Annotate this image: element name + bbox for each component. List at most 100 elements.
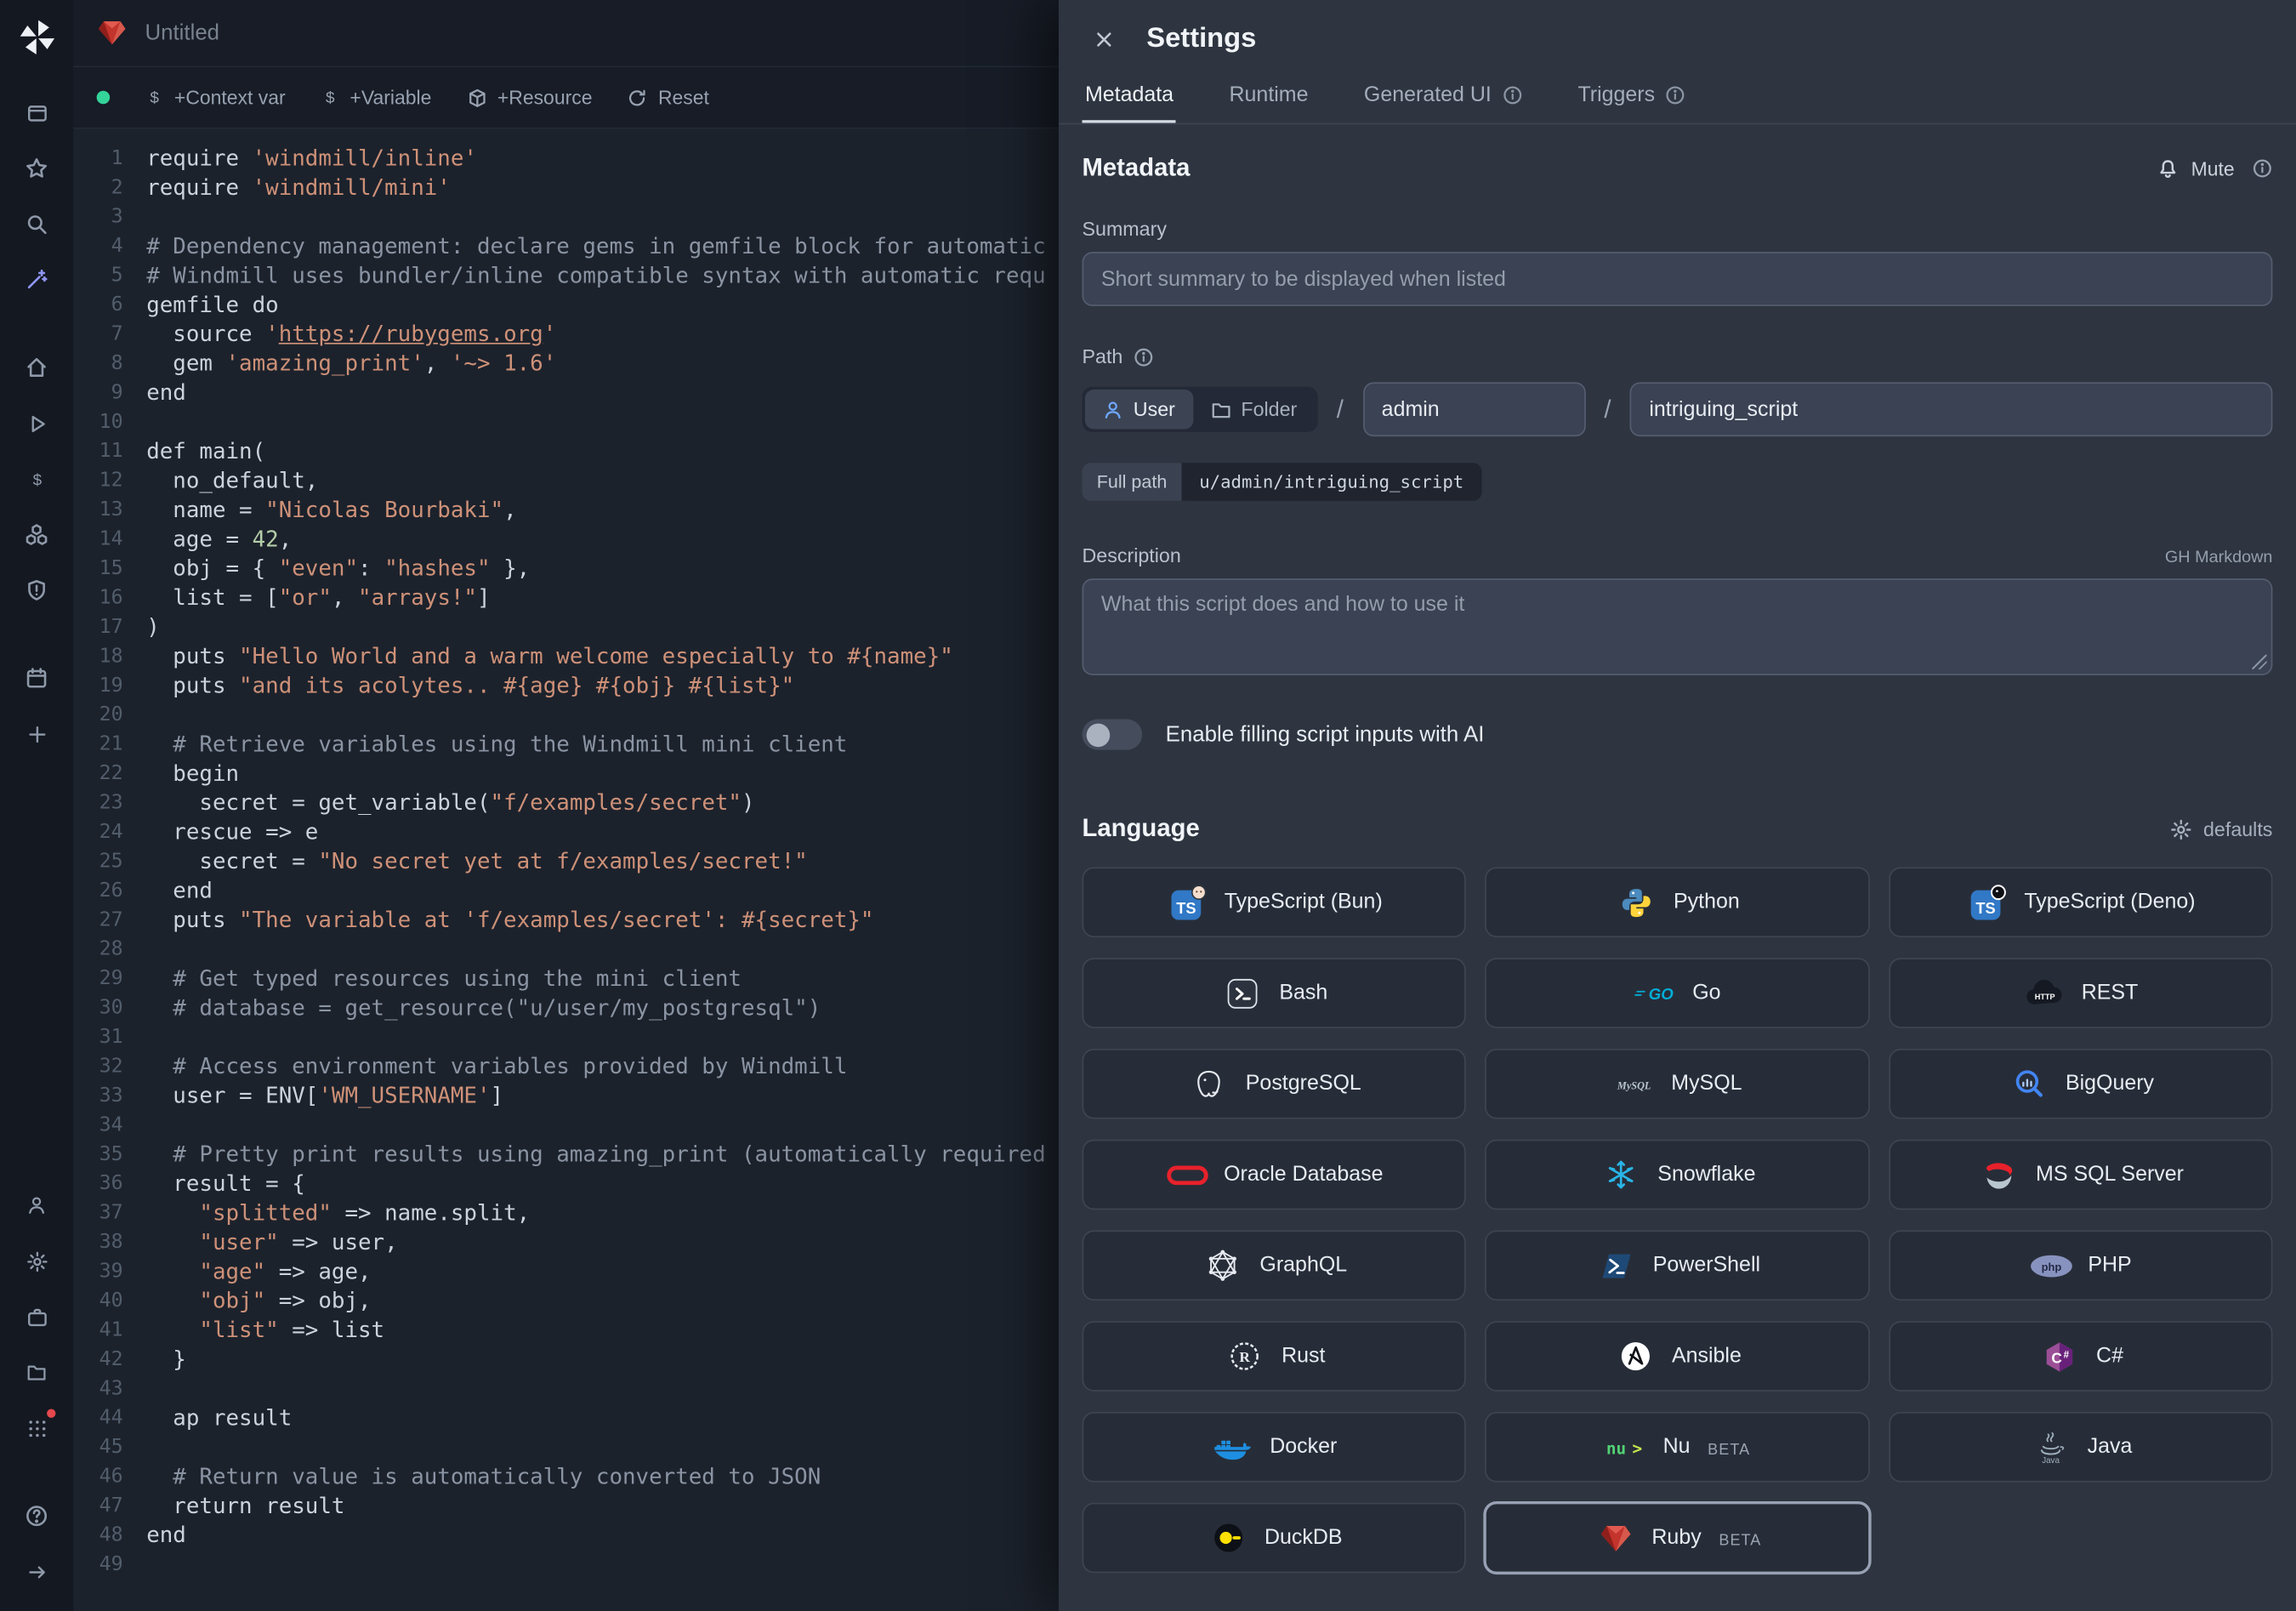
metadata-section-header: Metadata Mute <box>1083 154 2273 183</box>
ruby-icon <box>1594 1521 1638 1555</box>
add-variable-label: +Variable <box>350 87 431 109</box>
folder-toggle[interactable]: Folder <box>1193 390 1315 429</box>
person-icon[interactable] <box>12 1182 62 1229</box>
code-text: source 'https://rubygems.org' <box>146 319 556 348</box>
ruby-language-icon <box>97 18 128 48</box>
svg-text:C: C <box>2051 1348 2062 1365</box>
language-defaults-button[interactable]: defaults <box>2169 818 2272 840</box>
tab-generated-ui[interactable]: Generated UI <box>1361 73 1525 123</box>
add-context-var-button[interactable]: $ +Context var <box>145 87 285 109</box>
info-icon[interactable] <box>1133 346 1153 367</box>
language-typescript-bun-button[interactable]: TS TypeScript (Bun) <box>1083 867 1467 937</box>
beta-badge: BETA <box>1708 1436 1750 1458</box>
path-field-label: Path <box>1083 345 2273 367</box>
tab-triggers[interactable]: Triggers <box>1575 73 1689 123</box>
arrow-right-icon[interactable] <box>12 1548 62 1595</box>
language-typescript-deno-button[interactable]: TSTypeScript (Deno) <box>1889 867 2273 937</box>
language-rest-button[interactable]: HTTPREST <box>1889 958 2273 1028</box>
shield-icon[interactable] <box>12 566 62 613</box>
owner-input[interactable] <box>1362 382 1585 436</box>
user-toggle[interactable]: User <box>1085 390 1193 429</box>
gear-icon <box>2169 818 2191 840</box>
line-number: 20 <box>73 700 146 729</box>
line-number: 36 <box>73 1169 146 1198</box>
tab-metadata[interactable]: Metadata <box>1083 73 1177 123</box>
folder-toggle-label: Folder <box>1241 398 1297 420</box>
script-title-input[interactable] <box>145 20 554 45</box>
language-label: TypeScript (Bun) <box>1225 891 1383 914</box>
folder-icon[interactable] <box>12 1349 62 1396</box>
code-text: # Dependency management: declare gems in… <box>146 231 1045 260</box>
code-text: end <box>146 378 186 407</box>
language-nu-button[interactable]: nu>NuBETA <box>1486 1412 1870 1483</box>
tab-label: Metadata <box>1085 83 1174 107</box>
grid-icon[interactable] <box>12 1404 62 1451</box>
language-mysql-button[interactable]: MySQLMySQL <box>1486 1049 1870 1119</box>
language-label: Rust <box>1282 1345 1325 1369</box>
language-bigquery-button[interactable]: BigQuery <box>1889 1049 2273 1119</box>
add-resource-button[interactable]: +Resource <box>467 87 593 109</box>
script-name-input[interactable] <box>1630 382 2273 436</box>
line-number: 3 <box>73 202 146 231</box>
svg-text:TS: TS <box>1176 899 1196 916</box>
sidebar-bottom-nav <box>12 1177 62 1599</box>
language-go-button[interactable]: GOGo <box>1486 958 1870 1028</box>
language-powershell-button[interactable]: PowerShell <box>1486 1230 1870 1301</box>
code-text: # Pretty print results using amazing_pri… <box>146 1140 1045 1169</box>
code-text: def main( <box>146 436 265 465</box>
language-ansible-button[interactable]: Ansible <box>1486 1321 1870 1392</box>
line-number: 12 <box>73 466 146 495</box>
language-oracle-database-button[interactable]: Oracle Database <box>1083 1140 1467 1210</box>
tab-runtime[interactable]: Runtime <box>1226 73 1311 123</box>
language-ruby-button[interactable]: RubyBETA <box>1486 1503 1870 1574</box>
language-java-button[interactable]: JavaJava <box>1889 1412 2273 1483</box>
line-number: 1 <box>73 144 146 173</box>
wand-icon[interactable] <box>12 256 62 303</box>
home-icon[interactable] <box>12 344 62 391</box>
play-icon[interactable] <box>12 400 62 447</box>
plus-icon[interactable] <box>12 710 62 757</box>
language-duckdb-button[interactable]: DuckDB <box>1083 1503 1467 1574</box>
sidebar-group <box>12 651 62 762</box>
mysql-icon: MySQL <box>1612 1073 1657 1095</box>
reset-button[interactable]: Reset <box>628 87 709 109</box>
info-icon[interactable] <box>2252 158 2272 179</box>
line-number: 40 <box>73 1286 146 1315</box>
language-rust-button[interactable]: RRust <box>1083 1321 1467 1392</box>
sidebar-group <box>12 85 62 308</box>
language-python-button[interactable]: Python <box>1486 867 1870 937</box>
summary-input[interactable] <box>1083 252 2273 306</box>
close-button[interactable] <box>1083 18 1127 62</box>
language-label: Ruby <box>1651 1526 1701 1550</box>
dollar-icon[interactable]: $ <box>12 456 62 503</box>
gear-icon[interactable] <box>12 1238 62 1284</box>
language-docker-button[interactable]: Docker <box>1083 1412 1467 1483</box>
language-graphql-button[interactable]: GraphQL <box>1083 1230 1467 1301</box>
language-label: PowerShell <box>1653 1254 1760 1278</box>
language-php-button[interactable]: phpPHP <box>1889 1230 2273 1301</box>
line-number: 48 <box>73 1520 146 1549</box>
line-number: 31 <box>73 1022 146 1051</box>
search-icon[interactable] <box>12 201 62 248</box>
language-ms-sql-server-button[interactable]: MS SQL Server <box>1889 1140 2273 1210</box>
drawer-title: Settings <box>1146 24 1256 56</box>
line-number: 7 <box>73 319 146 348</box>
add-variable-button[interactable]: $ +Variable <box>321 87 431 109</box>
ai-fill-toggle[interactable] <box>1083 719 1143 749</box>
code-text: # Windmill uses bundler/inline compatibl… <box>146 261 1045 290</box>
help-icon[interactable] <box>12 1493 62 1540</box>
calendar-icon[interactable] <box>12 655 62 702</box>
mute-button[interactable]: Mute <box>2157 157 2235 179</box>
description-textarea[interactable] <box>1083 578 2273 675</box>
language-postgresql-button[interactable]: PostgreSQL <box>1083 1049 1467 1119</box>
editor-icon[interactable] <box>12 89 62 136</box>
star-icon[interactable] <box>12 145 62 191</box>
blocks-icon[interactable] <box>12 511 62 558</box>
line-number: 37 <box>73 1198 146 1227</box>
language-snowflake-button[interactable]: Snowflake <box>1486 1140 1870 1210</box>
windmill-logo-icon[interactable] <box>14 14 59 59</box>
csharp-icon: C# <box>2037 1340 2082 1374</box>
language-bash-button[interactable]: Bash <box>1083 958 1467 1028</box>
briefcase-icon[interactable] <box>12 1293 62 1340</box>
language-c-button[interactable]: C#C# <box>1889 1321 2273 1392</box>
